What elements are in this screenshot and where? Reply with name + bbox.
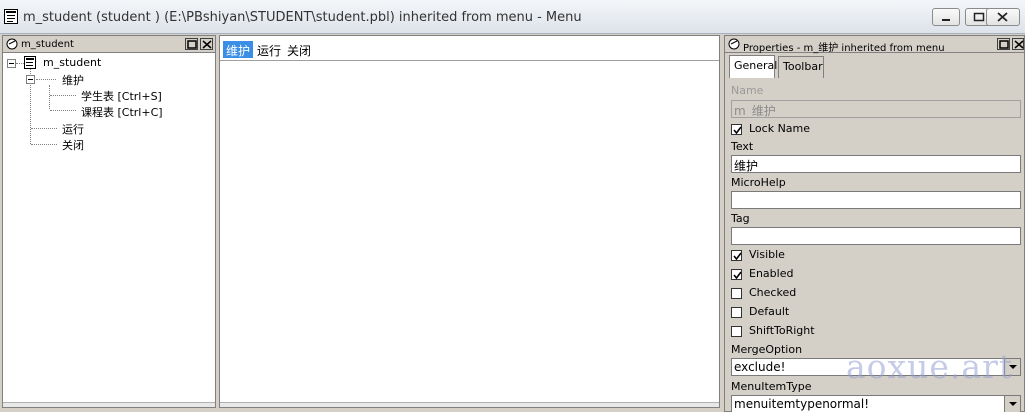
menu-painter-icon xyxy=(4,9,18,24)
tree-item-0[interactable]: 维护 xyxy=(62,72,84,88)
tree-panel-close-button[interactable] xyxy=(200,38,213,50)
enabled-checkbox[interactable] xyxy=(731,269,742,280)
maximize-icon xyxy=(973,12,985,22)
mergeoption-label: MergeOption xyxy=(731,343,803,356)
panel-icon xyxy=(728,38,741,53)
microhelp-label: MicroHelp xyxy=(731,176,786,189)
tag-label: Tag xyxy=(731,212,750,225)
close-icon xyxy=(1014,40,1024,49)
mergeoption-value: exclude! xyxy=(734,360,786,374)
menuitemtype-label: MenuItemType xyxy=(731,380,812,393)
close-icon xyxy=(997,12,1008,22)
checked-label: Checked xyxy=(749,286,797,299)
preview-menu-item-0[interactable]: 维护 xyxy=(223,41,254,58)
tree-view-panel: m_student m_student 维护 学生表 [Ctrl+S] 课程表 … xyxy=(2,35,216,408)
properties-panel-close-button[interactable] xyxy=(1012,38,1024,50)
maximize-icon xyxy=(999,40,1009,49)
tag-field[interactable] xyxy=(731,227,1021,245)
menuitemtype-select[interactable]: menuitemtypenormal! xyxy=(731,395,1021,412)
checkmark-icon xyxy=(733,271,742,280)
checkmark-icon xyxy=(733,126,742,135)
enabled-label: Enabled xyxy=(749,267,794,280)
close-button[interactable] xyxy=(986,8,1020,26)
microhelp-field[interactable] xyxy=(731,191,1021,209)
tree-panel-maximize-button[interactable] xyxy=(185,38,198,50)
preview-horizontal-scrollbar[interactable] xyxy=(220,402,719,407)
preview-menu-item-1[interactable]: 运行 xyxy=(254,41,284,58)
tree-item-0-child-0[interactable]: 学生表 [Ctrl+S] xyxy=(81,88,162,104)
maximize-icon xyxy=(187,40,197,49)
lock-name-checkbox[interactable] xyxy=(731,124,742,135)
root-collapse-toggle[interactable] xyxy=(7,59,16,68)
menuitemtype-value: menuitemtypenormal! xyxy=(734,397,870,411)
tree-item-root[interactable]: m_student xyxy=(43,56,101,69)
chevron-down-icon[interactable] xyxy=(1004,396,1020,412)
lock-name-label: Lock Name xyxy=(749,122,811,135)
panel-icon xyxy=(6,38,19,53)
properties-panel-maximize-button[interactable] xyxy=(997,38,1010,50)
menu-bar-preview: 维护 运行 关闭 xyxy=(220,36,719,61)
text-label: Text xyxy=(731,140,754,153)
tree-item-0-collapse-toggle[interactable] xyxy=(26,75,35,84)
tab-toolbar[interactable]: Toolbar xyxy=(778,56,824,78)
tree-panel-title: m_student xyxy=(21,39,74,50)
shifttoright-label: ShiftToRight xyxy=(749,324,815,337)
visible-checkbox[interactable] xyxy=(731,250,742,261)
watermark: aoxue.art xyxy=(846,347,1014,386)
checked-checkbox[interactable] xyxy=(731,288,742,299)
properties-panel-header: Properties - m_维护 inherited from menu xyxy=(725,36,1024,54)
title-bar: m_student (student ) (E:\PBshiyan\STUDEN… xyxy=(0,0,1025,34)
window-title: m_student (student ) (E:\PBshiyan\STUDEN… xyxy=(23,10,582,25)
properties-panel-title: Properties - m_维护 inherited from menu xyxy=(743,43,945,54)
tree-horizontal-scrollbar[interactable] xyxy=(3,402,215,407)
tree-item-0-child-1[interactable]: 课程表 [Ctrl+C] xyxy=(81,104,163,120)
menu-preview-panel: 维护 运行 关闭 xyxy=(219,35,720,408)
minimize-icon xyxy=(942,19,950,21)
minimize-button[interactable] xyxy=(932,8,960,26)
shifttoright-checkbox[interactable] xyxy=(731,326,742,337)
tree-item-1[interactable]: 运行 xyxy=(62,121,84,137)
close-icon xyxy=(202,40,212,49)
tree-item-2[interactable]: 关闭 xyxy=(62,137,84,153)
menu-tree: m_student 维护 学生表 [Ctrl+S] 课程表 [Ctrl+C] 运… xyxy=(3,54,215,407)
text-field[interactable]: 维护 xyxy=(731,155,1021,173)
name-label: Name xyxy=(731,84,764,97)
preview-menu-item-2[interactable]: 关闭 xyxy=(284,41,314,58)
tab-general[interactable]: General xyxy=(729,55,777,79)
default-label: Default xyxy=(749,305,790,318)
default-checkbox[interactable] xyxy=(731,307,742,318)
name-field: m_维护 xyxy=(731,100,1021,118)
checkmark-icon xyxy=(733,252,742,261)
tree-panel-header: m_student xyxy=(3,36,215,53)
visible-label: Visible xyxy=(749,248,785,261)
